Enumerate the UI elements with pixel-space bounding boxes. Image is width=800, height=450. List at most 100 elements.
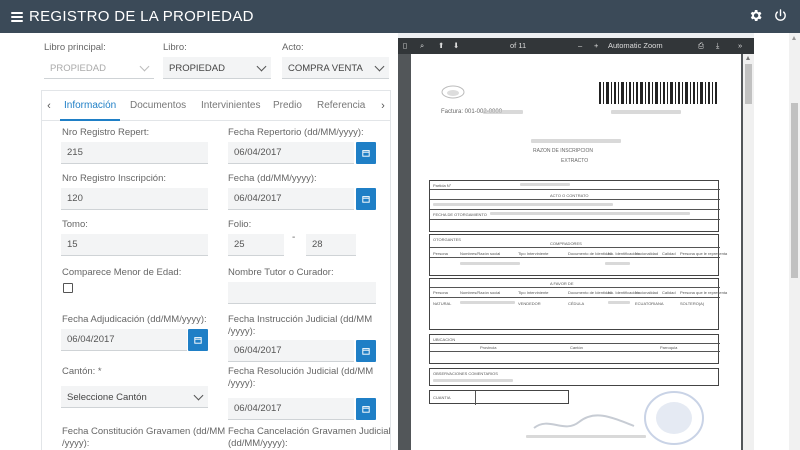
redacted-text — [531, 139, 621, 143]
nombre-tutor-label: Nombre Tutor o Curador: — [228, 267, 334, 278]
partida-cell: Partida N° — [433, 183, 452, 188]
fecha-repertorio-input[interactable]: 06/04/2017 — [228, 142, 354, 164]
fecha-repertorio-label: Fecha Repertorio (dd/MM/yyyy): — [228, 127, 364, 138]
fecha-cancelacion-label-1: Fecha Cancelación Gravamen Judicial — [228, 426, 391, 437]
canton-select[interactable]: Seleccione Cantón — [61, 386, 208, 408]
nombres-header: Nombres/Razón social — [460, 251, 501, 256]
calendar-icon — [362, 150, 370, 157]
top-app-bar: REGISTRO DE LA PROPIEDAD — [0, 0, 800, 33]
official-seal-icon — [644, 391, 704, 445]
ubicacion-cell: UBICACION — [433, 337, 456, 342]
persona-header: Persona — [433, 251, 448, 256]
tab-informacion[interactable]: Información — [59, 91, 121, 121]
fecha-otorgamiento-cell: FECHA DE OTORGAMIENTO — [433, 212, 487, 217]
window-scrollbar[interactable] — [789, 33, 800, 450]
fecha-calendar-button[interactable] — [356, 188, 376, 210]
chevron-down-icon — [256, 61, 267, 72]
acto-select[interactable]: COMPRA VENTA — [282, 57, 389, 79]
extracto-title: EXTRACTO — [561, 158, 589, 164]
barcode-icon — [599, 82, 717, 104]
tab-predio[interactable]: Predio — [273, 91, 302, 120]
tab-bar: ‹ Información Documentos Intervinientes … — [41, 90, 391, 121]
download-icon[interactable]: ⤓ — [716, 41, 719, 51]
fecha-adjudicacion-calendar-button[interactable] — [188, 329, 208, 351]
observaciones-table: OBSERVACIONES COMENTARIOS — [429, 368, 719, 386]
nacionalidad-header-2: Nacionalidad — [635, 290, 659, 295]
cuantia-cell: CUANTIA — [433, 395, 451, 400]
previous-page-icon[interactable]: ⬆ — [438, 41, 444, 50]
redacted-text — [526, 435, 646, 438]
fecha-resolucion-input[interactable]: 06/04/2017 — [228, 398, 354, 420]
settings-gear-icon[interactable] — [748, 8, 763, 23]
libro-select[interactable]: PROPIEDAD — [163, 57, 271, 79]
tab-documentos[interactable]: Documentos — [130, 91, 186, 120]
comparece-menor-checkbox[interactable] — [63, 283, 73, 293]
pdf-scroll-thumb[interactable] — [745, 64, 752, 104]
parroquia-header: Parroquia — [660, 345, 678, 350]
redacted-text — [490, 212, 690, 215]
ecuatoriana-cell: ECUATORIANA — [635, 301, 664, 306]
informacion-panel: Nro Registro Repert: 215 Fecha Repertori… — [41, 121, 391, 450]
scroll-up-arrow-icon[interactable] — [792, 36, 796, 40]
form-main-area: Libro principal: PROPIEDAD Libro: PROPIE… — [33, 33, 393, 450]
documento-header: Documento de Identidad — [568, 251, 612, 256]
tab-intervinientes[interactable]: Intervinientes — [201, 91, 260, 120]
print-icon[interactable]: ⎙ — [698, 41, 704, 51]
tomo-label: Tomo: — [62, 219, 88, 230]
cuantia-table: CUANTIA — [429, 390, 569, 405]
power-logout-icon[interactable] — [773, 8, 788, 23]
fecha-resolucion-label-2: /yyyy): — [228, 378, 256, 389]
nombre-tutor-input[interactable] — [228, 282, 376, 304]
tab-scroll-left-icon[interactable]: ‹ — [42, 91, 56, 120]
fecha-instruccion-label-1: Fecha Instrucción Judicial (dd/MM — [228, 314, 373, 325]
compradores-cell: COMPRADORES — [550, 241, 582, 246]
sidebar-toggle-icon[interactable]: ▯ — [403, 41, 407, 50]
tab-scroll-right-icon[interactable]: › — [376, 91, 390, 120]
tab-referencia[interactable]: Referencia — [317, 91, 365, 120]
fecha-adjudicacion-input[interactable]: 06/04/2017 — [61, 329, 187, 351]
folio-from-input[interactable]: 25 — [228, 234, 284, 256]
fecha-input[interactable]: 06/04/2017 — [228, 188, 354, 210]
libro-principal-select[interactable]: PROPIEDAD — [44, 57, 154, 79]
zoom-select[interactable]: Automatic Zoom — [608, 41, 663, 50]
redacted-text — [433, 379, 513, 382]
hamburger-menu-icon[interactable] — [11, 11, 23, 22]
fecha-resolucion-calendar-button[interactable] — [356, 398, 376, 420]
canton-label: Cantón: * — [62, 366, 102, 377]
nro-registro-repert-input[interactable]: 215 — [61, 142, 208, 164]
fecha-cancelacion-label-2: (dd/MM/yyyy): — [228, 438, 288, 449]
provincia-header: Provincia — [480, 345, 497, 350]
company-logo-icon — [441, 85, 465, 99]
otorgantes-table: OTORGANTES COMPRADORES Persona Nombres/R… — [429, 234, 727, 276]
redacted-text — [608, 301, 630, 304]
nro-registro-inscripcion-label: Nro Registro Inscripción: — [62, 173, 167, 184]
soltero-cell: SOLTERO(A) — [680, 301, 705, 306]
folio-to-input[interactable]: 28 — [306, 234, 356, 256]
fecha-repertorio-calendar-button[interactable] — [356, 142, 376, 164]
a-favor-de-table: A FAVOR DE Persona Nombres/Razón social … — [429, 278, 727, 330]
pdf-scrollbar[interactable] — [743, 54, 754, 450]
next-page-icon[interactable]: ⬇ — [453, 41, 459, 50]
search-icon[interactable]: ⌕ — [420, 41, 424, 51]
window-scroll-thumb[interactable] — [791, 103, 798, 278]
more-tools-icon[interactable]: » — [738, 41, 742, 50]
zoom-out-icon[interactable]: – — [578, 41, 582, 50]
fecha-instruccion-calendar-button[interactable] — [356, 340, 376, 362]
fecha-instruccion-input[interactable]: 06/04/2017 — [228, 340, 354, 362]
nro-registro-repert-label: Nro Registro Repert: — [62, 127, 150, 138]
acto-value: COMPRA VENTA — [288, 62, 363, 74]
fecha-constitucion-label-1: Fecha Constitución Gravamen (dd/MM — [62, 426, 226, 437]
tomo-input[interactable]: 15 — [61, 234, 208, 256]
documento-header-2: Documento de Identidad — [568, 290, 612, 295]
a-favor-cell: A FAVOR DE — [550, 281, 574, 286]
natural-cell: NATURAL — [433, 301, 452, 306]
tipo-interviniente-header: Tipo Interviniente — [518, 251, 549, 256]
zoom-in-icon[interactable]: + — [594, 41, 598, 50]
nombres-header-2: Nombres/Razón social — [460, 290, 501, 295]
redacted-text — [483, 110, 523, 114]
nro-registro-inscripcion-input[interactable]: 120 — [61, 188, 208, 210]
calidad-header: Calidad — [662, 251, 676, 256]
acto-label: Acto: — [282, 42, 304, 53]
fecha-instruccion-label-2: /yyyy): — [228, 326, 256, 337]
scroll-up-arrow-icon[interactable] — [746, 56, 750, 60]
